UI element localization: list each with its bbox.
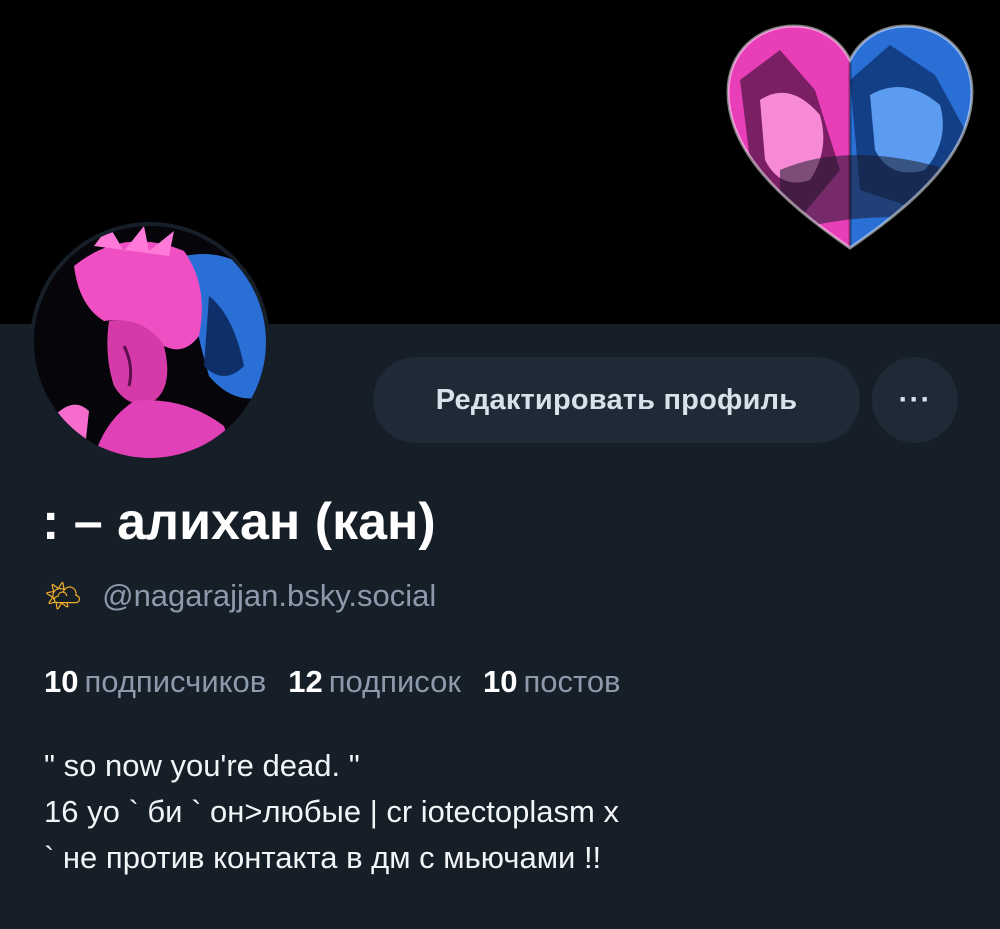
followers-count: 10 — [44, 664, 79, 699]
sun-behind-cloud-icon: 🌤 — [44, 579, 83, 613]
heart-cats-banner-image — [726, 24, 974, 250]
posts-label: постов — [523, 664, 621, 699]
followers-label: подписчиков — [84, 664, 267, 699]
posts-stat: 10 постов — [483, 664, 621, 700]
profile-stats: 10 подписчиков 12 подписок 10 постов — [44, 664, 621, 700]
following-label: подписок — [328, 664, 461, 699]
following-count: 12 — [288, 664, 323, 699]
ellipsis-icon: ··· — [898, 383, 932, 416]
display-name: : – алихан (кан) — [42, 493, 436, 551]
edit-profile-label: Редактировать профиль — [435, 383, 798, 416]
profile-page: Редактировать профиль ··· : – алихан (ка… — [0, 0, 1000, 929]
more-options-button[interactable]: ··· — [872, 357, 958, 443]
avatar-image — [34, 226, 266, 458]
avatar[interactable] — [30, 222, 270, 462]
bio-line: 16 yo ` би ` он>любые | cr iotectoplasm … — [44, 794, 619, 829]
edit-profile-button[interactable]: Редактировать профиль — [373, 357, 860, 443]
profile-bio: " so now you're dead. " 16 yo ` би ` он>… — [44, 743, 964, 881]
handle-row: 🌤 @nagarajjan.bsky.social — [44, 578, 436, 614]
handle-text: @nagarajjan.bsky.social — [102, 578, 437, 613]
bio-line: ` не против контакта в дм с мьючами !! — [44, 840, 602, 875]
followers-stat[interactable]: 10 подписчиков — [44, 664, 266, 700]
following-stat[interactable]: 12 подписок — [288, 664, 461, 700]
posts-count: 10 — [482, 664, 518, 699]
bio-line: " so now you're dead. " — [44, 748, 360, 783]
